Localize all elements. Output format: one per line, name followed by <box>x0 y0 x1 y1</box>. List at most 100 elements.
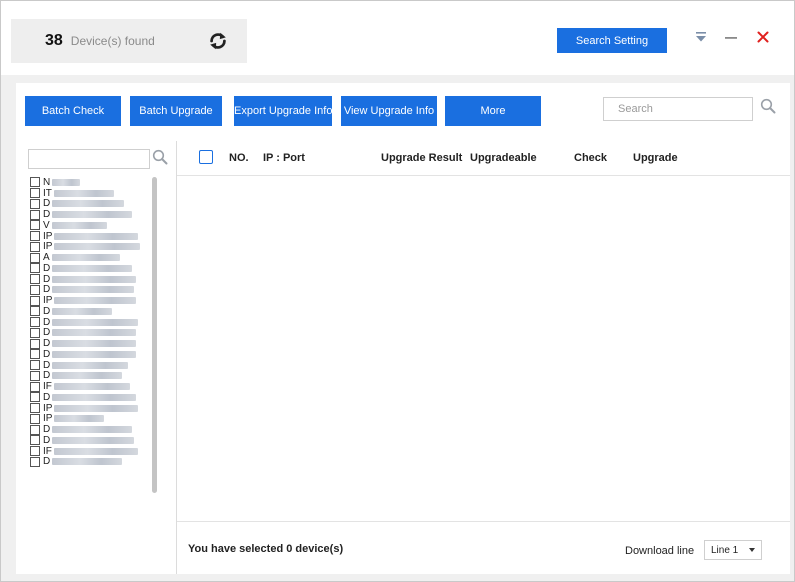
device-checkbox[interactable] <box>30 252 40 263</box>
device-list-item[interactable]: D <box>30 317 152 328</box>
device-table: NO. IP : Port Upgrade Result Upgradeable… <box>177 141 790 574</box>
device-checkbox[interactable] <box>30 209 40 220</box>
collapse-icon[interactable] <box>695 31 707 43</box>
export-upgrade-info-button[interactable]: Export Upgrade Info <box>234 96 332 126</box>
redacted-device-detail <box>52 426 133 434</box>
device-list-item[interactable]: D <box>30 284 152 295</box>
device-list-item[interactable]: D <box>30 456 152 467</box>
batch-check-button[interactable]: Batch Check <box>25 96 121 126</box>
device-name: D <box>43 349 51 360</box>
device-checkbox[interactable] <box>30 392 40 403</box>
device-checkbox[interactable] <box>30 381 40 392</box>
redacted-device-detail <box>52 200 125 208</box>
device-list-item[interactable]: N <box>30 177 152 188</box>
column-upgradeable: Upgradeable <box>470 152 537 164</box>
redacted-device-detail <box>51 254 120 262</box>
search-icon[interactable] <box>760 98 776 114</box>
app-window: 38 Device(s) found Search Setting Batch … <box>0 0 795 582</box>
device-list-item[interactable]: D <box>30 424 152 435</box>
device-list-panel: N IT D D V IP IP A D D D IP D D D D D D D IF D IP IP D D IF D <box>16 141 177 574</box>
column-ip-port: IP : Port <box>263 152 305 164</box>
device-name: IP <box>43 413 53 425</box>
device-checkbox[interactable] <box>30 370 40 381</box>
device-checkbox[interactable] <box>30 231 40 242</box>
device-list-item[interactable]: D <box>30 370 152 381</box>
redacted-device-detail <box>52 329 137 337</box>
more-button[interactable]: More <box>445 96 541 126</box>
device-list-item[interactable]: IF <box>30 446 152 457</box>
device-list: N IT D D V IP IP A D D D IP D D D D D D D IF D IP IP D D IF D <box>30 177 152 522</box>
device-list-item[interactable]: IP <box>30 241 152 252</box>
device-list-item[interactable]: A <box>30 252 152 263</box>
device-checkbox[interactable] <box>30 284 40 295</box>
device-list-item[interactable]: D <box>30 435 152 446</box>
redacted-device-detail <box>52 393 137 401</box>
device-checkbox[interactable] <box>30 295 40 306</box>
device-checkbox[interactable] <box>30 198 40 209</box>
device-checkbox[interactable] <box>30 241 40 252</box>
device-checkbox[interactable] <box>30 435 40 446</box>
redacted-device-detail <box>53 383 130 391</box>
device-checkbox[interactable] <box>30 360 40 371</box>
device-checkbox[interactable] <box>30 413 40 424</box>
device-list-item[interactable]: IP <box>30 403 152 414</box>
device-name: D <box>43 338 51 349</box>
device-checkbox[interactable] <box>30 177 40 188</box>
device-checkbox[interactable] <box>30 349 40 360</box>
device-list-item[interactable]: IT <box>30 188 152 199</box>
device-list-item[interactable]: IP <box>30 413 152 425</box>
refresh-icon[interactable] <box>207 30 229 52</box>
device-list-item[interactable]: D <box>30 349 152 360</box>
redacted-device-detail <box>52 372 123 380</box>
device-list-item[interactable]: D <box>30 327 152 339</box>
device-checkbox[interactable] <box>30 327 40 338</box>
device-list-item[interactable]: IF <box>30 381 152 392</box>
device-name: D <box>43 198 51 210</box>
device-search-input[interactable] <box>28 149 150 169</box>
device-checkbox[interactable] <box>30 220 40 231</box>
device-list-item[interactable]: D <box>30 209 152 220</box>
column-no: NO. <box>229 152 249 164</box>
device-checkbox[interactable] <box>30 306 40 317</box>
batch-upgrade-button[interactable]: Batch Upgrade <box>130 96 222 126</box>
device-checkbox[interactable] <box>30 456 40 467</box>
device-checkbox[interactable] <box>30 317 40 328</box>
device-name: IP <box>43 295 53 306</box>
select-all-checkbox[interactable] <box>199 150 213 164</box>
device-search-icon[interactable] <box>152 149 168 165</box>
device-checkbox[interactable] <box>30 446 40 457</box>
device-name: D <box>43 359 51 371</box>
device-list-item[interactable]: D <box>30 263 152 274</box>
device-list-item[interactable]: V <box>30 220 152 231</box>
device-list-item[interactable]: D <box>30 338 152 349</box>
redacted-device-detail <box>54 232 139 240</box>
device-list-item[interactable]: D <box>30 198 152 210</box>
device-list-item[interactable]: D <box>30 360 152 371</box>
device-checkbox[interactable] <box>30 424 40 435</box>
device-count: 38 <box>45 32 63 49</box>
device-checkbox[interactable] <box>30 263 40 274</box>
download-line-label: Download line <box>625 545 695 557</box>
view-upgrade-info-button[interactable]: View Upgrade Info <box>341 96 437 126</box>
device-checkbox[interactable] <box>30 188 40 199</box>
close-icon[interactable] <box>757 31 769 43</box>
device-checkbox[interactable] <box>30 338 40 349</box>
minimize-icon[interactable] <box>724 31 738 43</box>
device-name: D <box>43 327 51 339</box>
device-list-item[interactable]: D <box>30 274 152 285</box>
device-checkbox[interactable] <box>30 274 40 285</box>
device-list-item[interactable]: IP <box>30 295 152 306</box>
device-list-item[interactable]: D <box>30 392 152 403</box>
download-line-value: Line 1 <box>711 544 739 556</box>
device-list-item[interactable]: IP <box>30 231 152 242</box>
search-setting-button[interactable]: Search Setting <box>557 28 667 53</box>
download-line-select[interactable]: Line 1 <box>704 540 762 560</box>
device-checkbox[interactable] <box>30 403 40 414</box>
redacted-device-detail <box>54 297 137 305</box>
device-name: IP <box>43 230 53 242</box>
redacted-device-detail <box>52 458 123 466</box>
redacted-device-detail <box>52 318 139 326</box>
device-list-scrollbar[interactable] <box>152 177 157 493</box>
device-list-item[interactable]: D <box>30 306 152 317</box>
search-input[interactable] <box>603 97 753 121</box>
